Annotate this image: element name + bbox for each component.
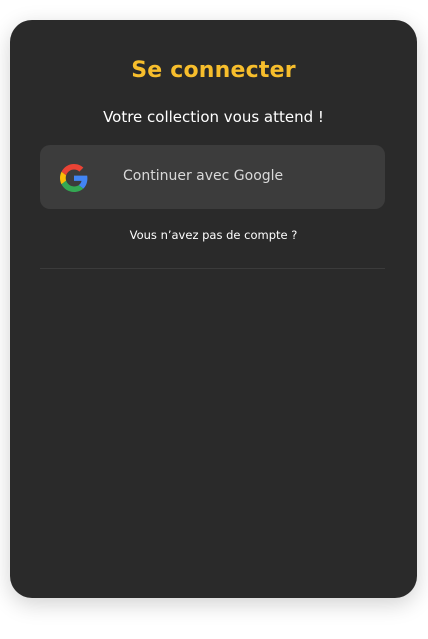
page-title: Se connecter — [131, 58, 296, 83]
google-icon — [60, 164, 88, 192]
login-card: Se connecter Votre collection vous atten… — [10, 20, 417, 598]
google-signin-button[interactable]: Continuer avec Google — [40, 145, 385, 209]
google-signin-label: Continuer avec Google — [123, 168, 284, 184]
divider — [40, 268, 385, 269]
signup-link[interactable]: Vous n’avez pas de compte ? — [10, 228, 417, 242]
page-subtitle: Votre collection vous attend ! — [103, 108, 324, 126]
